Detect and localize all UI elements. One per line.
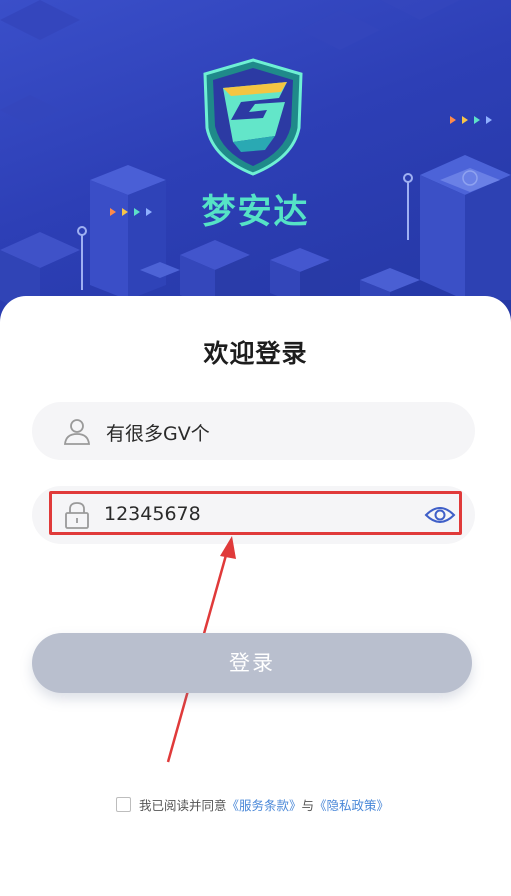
lock-icon <box>65 502 89 529</box>
agreement-joiner: 与 <box>301 797 315 813</box>
terms-link[interactable]: 《服务条款》 <box>227 795 302 814</box>
username-field[interactable]: 有很多GV个 <box>32 402 475 460</box>
privacy-link[interactable]: 《隐私政策》 <box>314 795 389 814</box>
hero-banner: 梦安达 <box>0 0 511 330</box>
eye-icon[interactable] <box>424 504 456 526</box>
agreement-row: 我已阅读并同意 《服务条款》 与 《隐私政策》 <box>116 795 389 813</box>
brand-logo-icon <box>203 58 303 176</box>
username-input[interactable]: 有很多GV个 <box>106 419 210 446</box>
login-button[interactable]: 登录 <box>32 633 472 693</box>
brand-name: 梦安达 <box>201 192 310 232</box>
agreement-prefix: 我已阅读并同意 <box>139 797 227 813</box>
checkbox-icon[interactable] <box>116 796 131 812</box>
password-input[interactable]: 12345678 <box>104 503 201 525</box>
password-field[interactable]: 12345678 <box>32 486 475 544</box>
page-title: 欢迎登录 <box>203 339 308 368</box>
user-icon <box>64 419 90 445</box>
